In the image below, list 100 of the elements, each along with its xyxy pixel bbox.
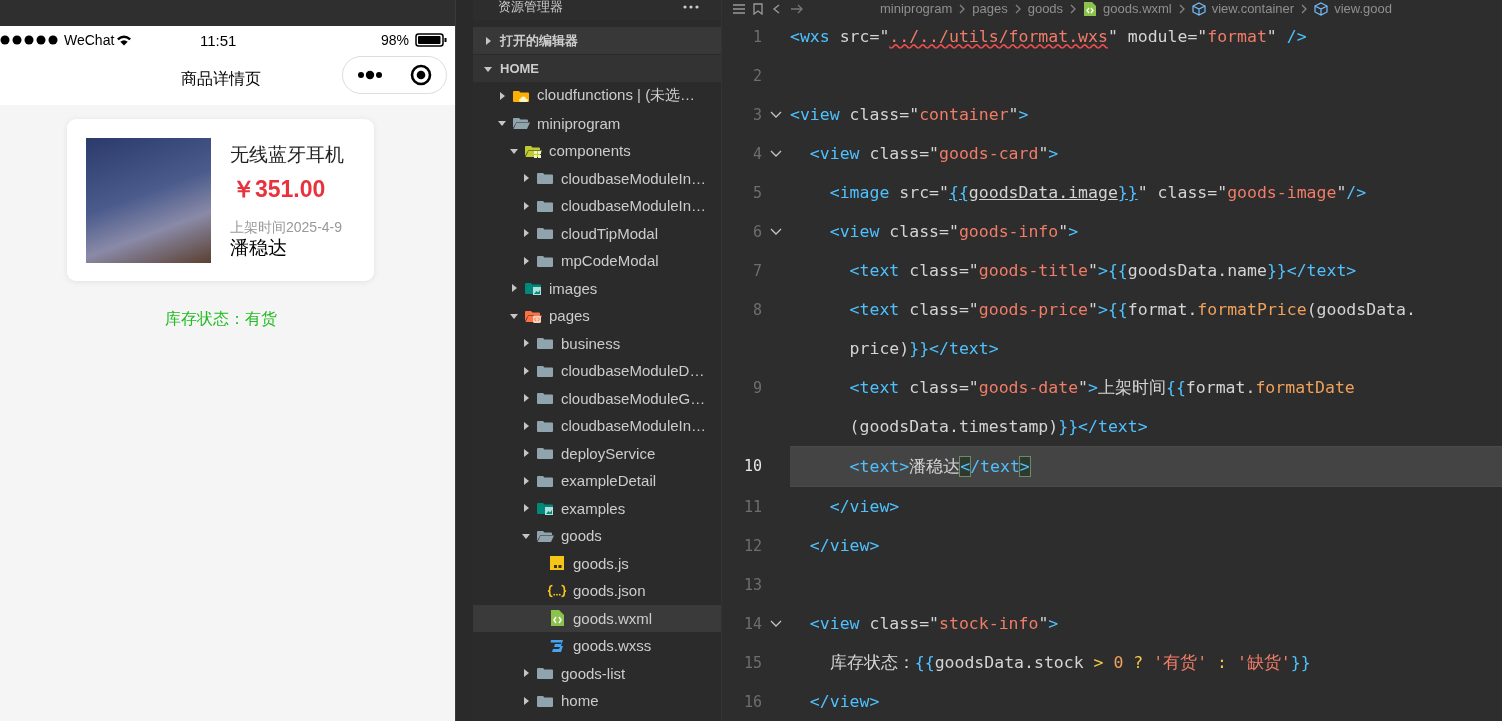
folder-icon — [536, 665, 554, 682]
folder-icon — [536, 225, 554, 242]
forward-icon[interactable] — [790, 2, 804, 15]
section-header[interactable]: HOME — [473, 55, 721, 82]
chevron-right-icon — [958, 2, 967, 15]
status-time: 11:51 — [200, 31, 237, 49]
chevron-down-icon[interactable] — [770, 227, 782, 236]
line-number: 13 — [742, 575, 762, 594]
tree-item[interactable]: goods.wxss — [473, 632, 721, 660]
line-number: 5 — [751, 183, 762, 202]
breadcrumb-item[interactable]: goods — [1027, 1, 1064, 16]
image-folder-icon — [524, 280, 542, 297]
folder-icon — [536, 335, 554, 352]
more-icon[interactable] — [356, 70, 383, 80]
tree-item[interactable]: deployService — [473, 439, 721, 467]
folder-icon — [536, 170, 554, 187]
battery-icon — [415, 33, 447, 47]
code-line: <view class="container"> — [790, 104, 1030, 126]
tree-item[interactable]: goods.wxml — [473, 604, 721, 632]
line-number: 10 — [742, 456, 762, 475]
folder-icon — [536, 390, 554, 407]
folder-icon — [536, 445, 554, 462]
code-line: </view> — [808, 535, 881, 557]
code-line: price)}}</text> — [848, 338, 1000, 360]
wifi-icon — [116, 34, 133, 46]
code-line: <wxs src="../../utils/format.wxs" module="format" /> — [790, 26, 1308, 48]
breadcrumb-item[interactable]: goods.wxml — [1103, 1, 1172, 16]
open-folder-icon — [512, 115, 530, 132]
product-price: ￥351.00 — [232, 174, 327, 204]
code-line: <view class="stock-info"> — [808, 613, 1060, 635]
stock-status: 库存状态：有货 — [164, 309, 277, 329]
code-line: </view> — [828, 496, 901, 518]
chevron-right-icon — [1069, 2, 1078, 15]
code-line: <view class="goods-card"> — [808, 143, 1060, 165]
code-line: <text class="goods-date">上架时间{{format.formatDate — [848, 376, 1356, 399]
breadcrumb-item[interactable]: miniprogram — [880, 1, 953, 16]
line-number: 8 — [751, 300, 762, 319]
line-number: 4 — [751, 144, 762, 163]
chevron-right-icon — [1177, 2, 1186, 15]
tree-item[interactable]: components — [473, 137, 721, 165]
line-number: 1 — [751, 27, 762, 46]
tree-item[interactable]: cloudbaseModuleIn… — [473, 412, 721, 440]
page-title: 商品详情页 — [180, 69, 261, 89]
line-number: 7 — [751, 261, 762, 280]
code-line: </view> — [808, 691, 881, 713]
menu-icon[interactable] — [732, 2, 746, 15]
tree-item[interactable]: goods — [473, 522, 721, 550]
tree-item[interactable]: cloudbaseModuleD… — [473, 357, 721, 385]
cube-icon — [1191, 1, 1206, 16]
breadcrumb-item[interactable]: view.container — [1211, 1, 1295, 16]
cube-icon — [1314, 1, 1329, 16]
tree-item[interactable]: goods-list — [473, 659, 721, 687]
code-line: (goodsData.timestamp)}}</text> — [848, 416, 1149, 438]
chevron-down-icon[interactable] — [770, 619, 782, 628]
breadcrumb-item[interactable]: view.good — [1334, 1, 1392, 16]
code-line: <text class="goods-price">{{format.formatPrice(goodsData. — [848, 299, 1417, 321]
target-icon[interactable] — [410, 64, 433, 86]
css-file-icon — [549, 637, 565, 654]
tree-item[interactable]: cloudTipModal — [473, 219, 721, 247]
tree-item[interactable]: examples — [473, 494, 721, 522]
section-header[interactable]: 打开的编辑器 — [473, 27, 721, 54]
breadcrumb-item[interactable]: pages — [972, 1, 1008, 16]
product-title: 无线蓝牙耳机 — [230, 142, 344, 167]
tree-item[interactable]: exampleDetail — [473, 467, 721, 495]
tree-item[interactable]: cloudbaseModuleG… — [473, 384, 721, 412]
code-file-icon — [549, 609, 565, 628]
product-note: 潘稳达 — [230, 236, 288, 259]
tree-item[interactable]: pages — [473, 302, 721, 330]
tree-item[interactable]: cloudfunctions | (未选… — [473, 82, 721, 110]
line-number: 9 — [751, 378, 762, 397]
tree-item[interactable]: mpCodeModal — [473, 247, 721, 275]
carrier-name: WeChat — [64, 32, 115, 48]
code-line: 库存状态：{{goodsData.stock > 0 ? '有货' : '缺货'}} — [828, 651, 1312, 674]
tree-item[interactable]: goods.json — [473, 577, 721, 605]
code-file-icon — [1083, 0, 1098, 17]
tree-item[interactable]: cloudbaseModuleIn… — [473, 192, 721, 220]
chevron-right-icon — [1300, 2, 1309, 15]
code-line: <image src="{{goodsData.image}}" class="goods-image"/> — [828, 182, 1368, 204]
code-line: <text>潘稳达</text> — [848, 455, 1031, 478]
chevron-down-icon[interactable] — [770, 149, 782, 158]
line-number: 14 — [742, 614, 762, 633]
line-number: 15 — [742, 653, 762, 672]
line-number: 6 — [751, 222, 762, 241]
tree-item[interactable]: images — [473, 274, 721, 302]
bookmark-icon[interactable] — [752, 2, 764, 15]
tree-item[interactable]: cloudbaseModuleIn… — [473, 164, 721, 192]
line-number: 16 — [742, 692, 762, 711]
tree-item[interactable]: home — [473, 687, 721, 715]
tree-item[interactable]: business — [473, 329, 721, 357]
code-line: <view class="goods-info"> — [828, 221, 1080, 243]
tree-item[interactable]: goods.js — [473, 549, 721, 577]
js-file-icon — [549, 555, 565, 572]
line-number: 3 — [751, 105, 762, 124]
chevron-down-icon[interactable] — [770, 110, 782, 119]
chevron-right-icon — [1013, 2, 1022, 15]
more-icon[interactable] — [683, 5, 699, 9]
panel-title: 资源管理器 — [498, 0, 563, 16]
line-number: 11 — [742, 497, 762, 516]
product-date: 上架时间2025-4-9 — [230, 218, 344, 237]
tree-item[interactable]: miniprogram — [473, 109, 721, 137]
